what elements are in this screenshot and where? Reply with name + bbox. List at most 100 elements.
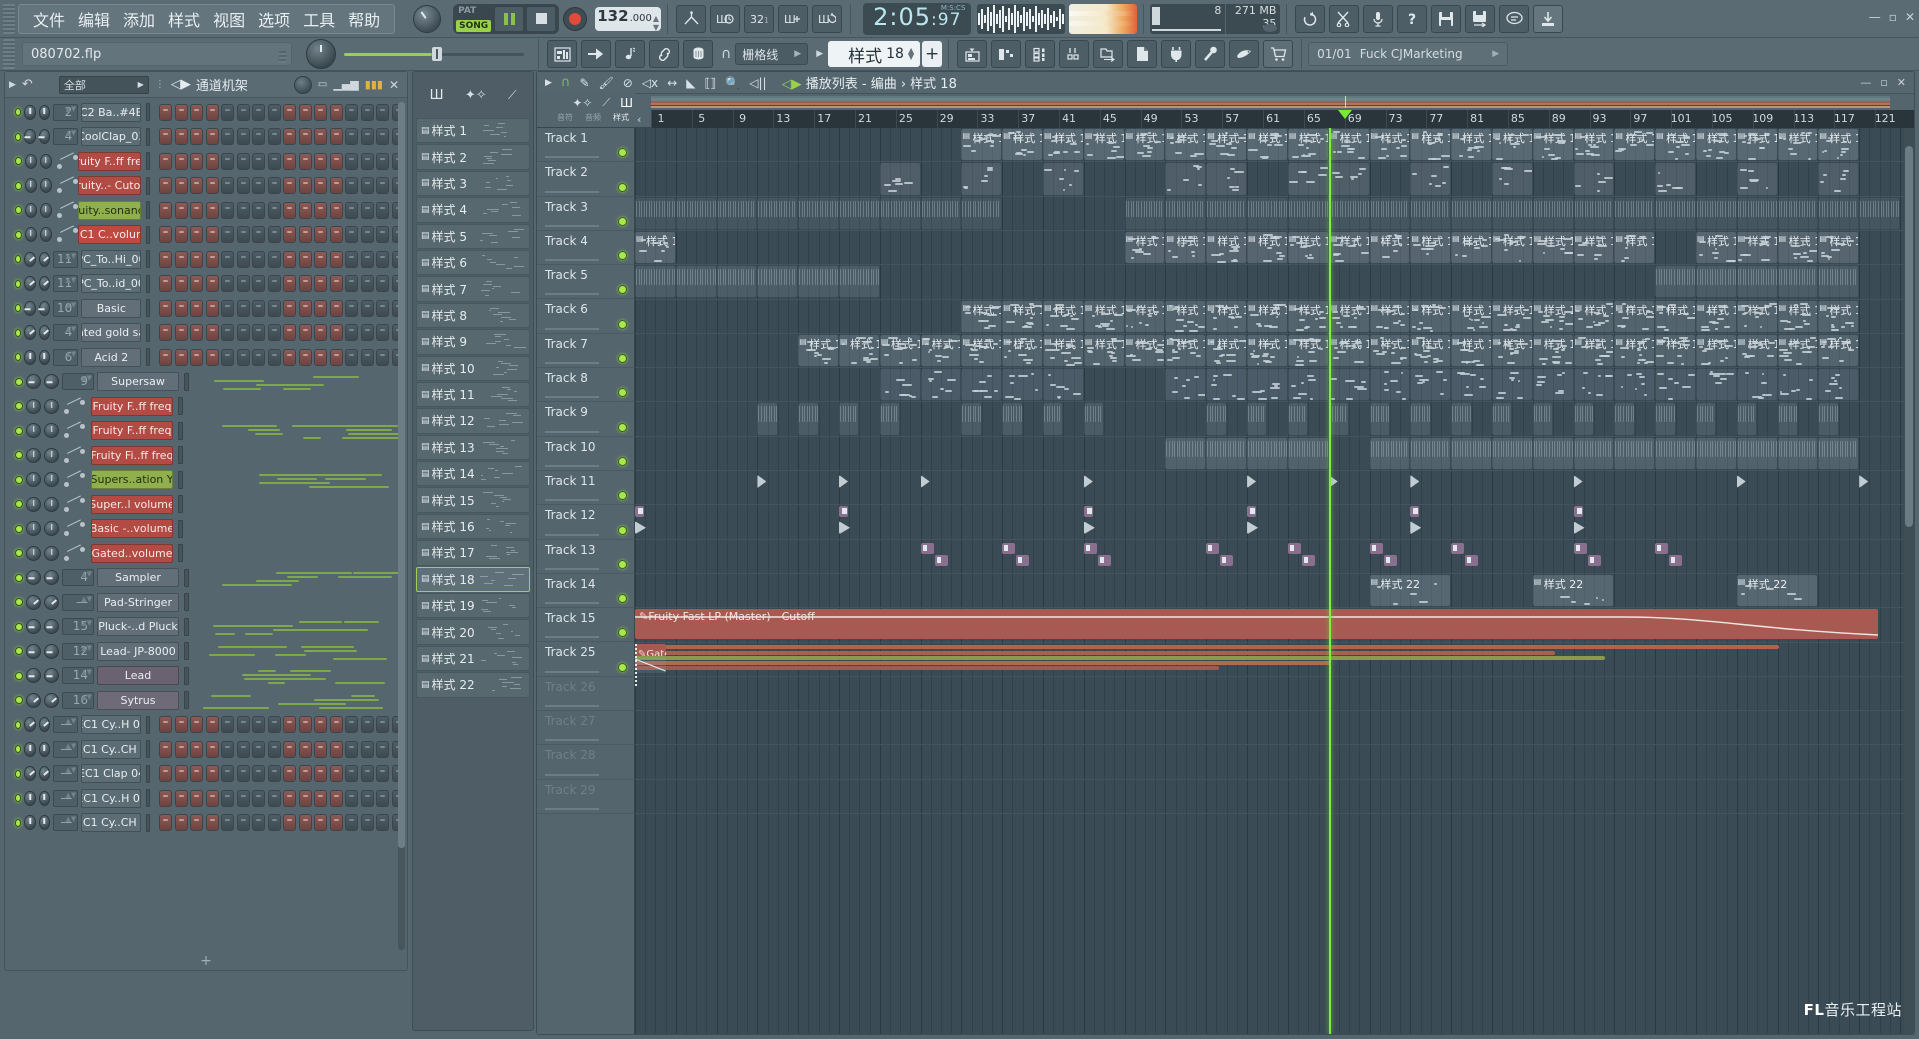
track-name[interactable]: Track 4: [545, 234, 588, 248]
playlist-clip[interactable]: [1083, 506, 1094, 518]
playlist-clip[interactable]: [1206, 403, 1226, 435]
playlist-clip[interactable]: [1383, 554, 1397, 566]
channel-led[interactable]: [15, 720, 22, 729]
channel-mixer-number[interactable]: 12 ▲▼: [62, 642, 94, 660]
playlist-clip[interactable]: [1695, 403, 1716, 435]
step-button[interactable]: [345, 348, 359, 366]
playlist-clip[interactable]: ▤样式 11: [635, 231, 675, 264]
ruler-collapse-icon[interactable]: ‹: [637, 113, 641, 126]
step-button[interactable]: [205, 348, 219, 366]
channel-row[interactable]: Basic -..volume: [7, 517, 405, 542]
channel-volume-knob[interactable]: [38, 741, 51, 757]
channel-pan-knob[interactable]: [26, 545, 41, 561]
playlist-clip[interactable]: [1083, 403, 1104, 435]
step-button[interactable]: [221, 128, 235, 146]
playlist-clip[interactable]: ▤样式 1: [1736, 129, 1777, 161]
step-button[interactable]: [314, 226, 328, 244]
step-button[interactable]: [159, 103, 173, 121]
rack-graph-editor-icon[interactable]: ▭: [318, 79, 327, 90]
playlist-clip[interactable]: [1165, 197, 1206, 229]
playlist-clip[interactable]: [1410, 506, 1420, 518]
channel-pan-knob[interactable]: [24, 815, 36, 831]
select-tool-icon[interactable]: ⟦⟧: [704, 76, 716, 90]
rack-menu-icon[interactable]: ▶: [9, 80, 16, 90]
playlist-clip[interactable]: [1695, 437, 1736, 469]
automation-clip[interactable]: ✎Fruity Fast LP (Master) - Cutoff: [635, 609, 1878, 640]
pattern-list-item[interactable]: ▤ 样式 7: [416, 276, 530, 302]
channel-pan-knob[interactable]: [26, 496, 41, 512]
step-button[interactable]: [314, 128, 328, 146]
channel-mixer-number[interactable]: 11 ▲▼: [53, 250, 79, 268]
playlist-clip[interactable]: ▤样式 19: [920, 334, 961, 367]
track-name[interactable]: Track 5: [545, 268, 588, 282]
channel-row[interactable]: 11▲▼FPC_To..id_001: [7, 272, 405, 297]
step-button[interactable]: [190, 201, 204, 219]
playlist-clip[interactable]: [798, 197, 839, 229]
step-button[interactable]: [360, 152, 374, 170]
step-button[interactable]: [174, 250, 188, 268]
step-button[interactable]: [190, 789, 204, 807]
channel-mixer-number[interactable]: 11 ▲▼: [53, 275, 79, 293]
pattern-list-item[interactable]: ▤ 样式 15: [416, 487, 530, 513]
step-button[interactable]: [329, 103, 343, 121]
channel-volume-knob[interactable]: [38, 129, 51, 145]
playlist-clip[interactable]: ▤样式 18: [1206, 300, 1247, 332]
playlist-clip[interactable]: [1655, 542, 1669, 554]
playlist-clip[interactable]: ▤样式 18: [1573, 300, 1614, 332]
playlist-clip[interactable]: ▤样式 18: [1410, 300, 1451, 332]
shop-button[interactable]: [1263, 40, 1294, 68]
channel-volume-knob[interactable]: [38, 766, 51, 782]
step-button[interactable]: [267, 348, 281, 366]
playlist-clip[interactable]: ▤样式 11: [1451, 231, 1491, 264]
playlist-clip[interactable]: ▤样式 18: [961, 300, 1002, 332]
pattern-list-item[interactable]: ▤ 样式 12: [416, 408, 530, 434]
pattern-list-item[interactable]: ▤ 样式 3: [416, 170, 530, 197]
step-button[interactable]: [283, 324, 297, 342]
tab-audio-icon[interactable]: ✦✧: [572, 96, 592, 110]
step-button[interactable]: [283, 201, 297, 219]
playlist-clip[interactable]: ▤样式 1: [1206, 129, 1247, 161]
project-folder-button[interactable]: [1093, 40, 1124, 68]
channel-pan-knob[interactable]: [26, 521, 41, 537]
channel-mixer-number[interactable]: 10 ▲▼: [53, 299, 79, 317]
channel-graph[interactable]: [198, 667, 405, 685]
track-volume-slider[interactable]: [545, 362, 599, 365]
channel-row[interactable]: — ▲▼ Pad-Stringer: [7, 590, 405, 615]
playlist-clip[interactable]: [635, 506, 645, 518]
playlist-clip[interactable]: ▤样式 11: [1165, 231, 1206, 264]
automation-band[interactable]: [635, 660, 1332, 665]
playlist-track-row[interactable]: Track 9: [537, 402, 634, 437]
step-button[interactable]: [221, 740, 235, 758]
channel-led[interactable]: [15, 500, 23, 509]
playlist-clip[interactable]: ▤样式 19: [1410, 334, 1451, 367]
playlist-clip[interactable]: ▤样式 19: [1083, 334, 1124, 367]
playlist-clip[interactable]: [1818, 163, 1859, 195]
channel-rack-scrollbar[interactable]: [398, 102, 405, 950]
help-button[interactable]: ?: [1397, 4, 1428, 33]
step-button[interactable]: [252, 275, 266, 293]
playlist-clip[interactable]: [1451, 369, 1491, 401]
playlist-clip[interactable]: [1165, 437, 1206, 469]
step-button[interactable]: [174, 716, 188, 734]
channel-led[interactable]: [15, 451, 23, 460]
playlist-track-row[interactable]: Track 28: [537, 745, 634, 780]
playlist-clip[interactable]: [1410, 369, 1451, 401]
playlist-clip[interactable]: ▤样式 19: [1369, 334, 1410, 367]
step-button[interactable]: [236, 177, 250, 195]
playlist-clip[interactable]: [716, 197, 757, 229]
playlist-track-row[interactable]: Track 27: [537, 711, 634, 746]
step-button[interactable]: [376, 103, 390, 121]
step-button[interactable]: [376, 348, 390, 366]
channel-row[interactable]: Gated..volume: [7, 541, 405, 566]
track-name[interactable]: Track 26: [545, 680, 595, 694]
channel-row[interactable]: VEC1 C..volume: [7, 223, 405, 248]
step-sequencer[interactable]: [159, 201, 405, 219]
channel-volume-knob[interactable]: [44, 570, 59, 586]
pencil-draw-icon[interactable]: ✎: [579, 76, 589, 90]
playlist-clip[interactable]: [1695, 369, 1736, 401]
step-sequencer[interactable]: [159, 789, 405, 807]
playlist-clip[interactable]: ▤样式 19: [1777, 334, 1818, 367]
playlist-clip[interactable]: ▤样式 18: [1043, 300, 1083, 332]
step-button[interactable]: [360, 299, 374, 317]
cut-button[interactable]: [1329, 4, 1360, 33]
